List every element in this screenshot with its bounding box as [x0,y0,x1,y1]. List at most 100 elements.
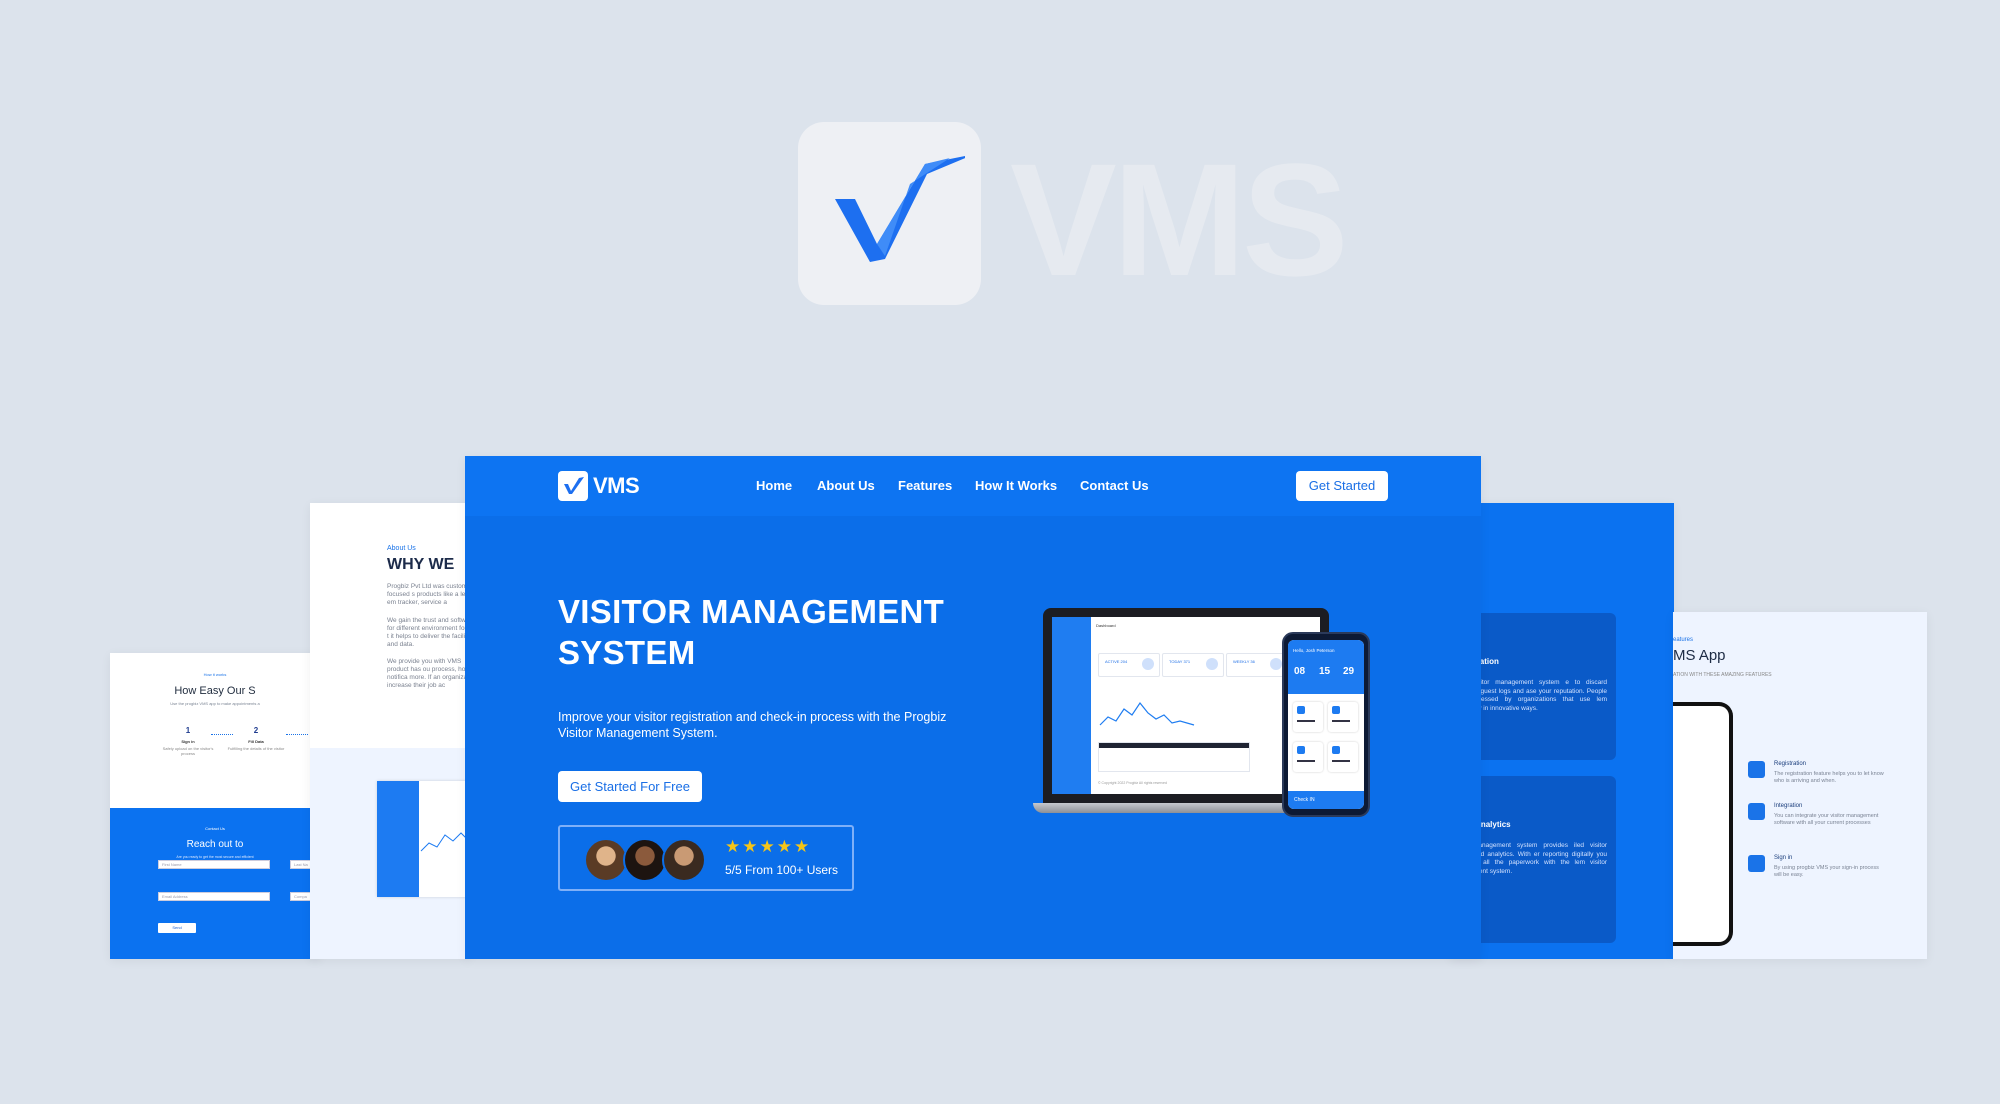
location-icon [1297,746,1305,754]
features-panel: d Reputation odern visitor management sy… [1450,503,1674,959]
step-label: Fill Data [248,739,264,744]
nav-logo[interactable]: VMS [558,471,640,501]
thumbnail-chart [420,832,467,852]
dashboard-thumbnail [377,781,467,897]
dashboard-footer: © Copyright 2022 Progbiz All rights rese… [1098,781,1167,785]
rating-text: 5/5 From 100+ Users [725,863,839,877]
about-panel: About Us WHY WE Progbiz Pvt Ltd was cust… [310,503,470,959]
contact-title: Reach out to [186,839,244,850]
top-navbar: VMS Home About Us Features How It Works … [465,456,1481,516]
step-number: 1 [185,726,191,735]
about-paragraph: We gain the trust and software for diffe… [387,617,470,648]
contact-subtitle: Are you ready to get the most secure and… [176,855,254,859]
phone-screen: Hello, Josh Peterson 08 15 29 Check IN [1288,640,1364,809]
logo-wordmark: VMS [1010,130,1349,309]
phone-mockup: Hello, Josh Peterson 08 15 29 Check IN [1282,632,1370,817]
dashboard-screenshot: Dashboard ACTIVE 204 TODAY 371 WEEKLY 36… [1052,617,1320,794]
nav-link-features[interactable]: Features [898,478,952,493]
phone-card [1328,702,1358,732]
avatar [623,838,667,882]
card-label [1332,720,1350,722]
app-panel: eatures MS App ATION WITH THESE AMAZING … [1673,612,1927,959]
step-2: 2 Fill Data Fulfilling the details of th… [226,726,286,751]
hero-subtitle: Improve your visitor registration and ch… [558,710,947,740]
about-paragraph: Progbiz Pvt Ltd was customer focused s p… [387,583,470,606]
app-feature-desc: You can integrate your visitor managemen… [1774,813,1879,826]
hero-title: VISITOR MANAGEMENT SYSTEM [558,593,945,671]
phone-greeting: Hello, Josh Peterson [1293,648,1335,653]
avatar [584,838,628,882]
get-started-button[interactable]: Get Started [1296,471,1388,501]
step-1: 1 Sign in Safely upload on the visitor's… [158,726,218,756]
step-label: Sign in [181,739,195,744]
nav-brand-text: VMS [593,473,640,498]
phone-stat: 15 [1319,666,1331,677]
app-feature-heading: Sign in [1774,855,1793,861]
kpi-card: ACTIVE 204 [1098,653,1160,677]
app-feature-desc: By using progbiz VMS your sign-in proces… [1774,865,1879,878]
app-feature-desc: The registration feature helps you to le… [1774,771,1884,784]
first-name-field[interactable]: First Name [158,860,270,869]
star-rating-icon: ★★★★★ [725,837,812,856]
app-feature-heading: Registration [1774,761,1807,767]
profile-icon [1332,746,1340,754]
step-desc: Safely upload on the visitor's process [162,746,214,756]
rating-box: ★★★★★ 5/5 From 100+ Users [558,825,854,891]
how-steps: 1 Sign in Safely upload on the visitor's… [120,726,320,766]
thumbnail-sidebar [377,781,419,897]
visitor-chart [1099,701,1195,726]
associate-icon [1332,706,1340,714]
visitors-icon [1297,706,1305,714]
about-paragraph: We provide you with VMS product has ou p… [387,658,470,689]
how-subtitle: Use the progbiz VMS app to make appointm… [170,701,260,706]
contact-kicker: Contact Us [205,826,225,831]
phone-header: Hello, Josh Peterson 08 15 29 [1288,640,1364,694]
kpi-icon [1142,658,1154,670]
kpi-label: TODAY 371 [1169,659,1191,664]
about-title: WHY WE [387,556,455,573]
kpi-icon [1206,658,1218,670]
integration-icon [1748,803,1765,820]
card-label [1297,760,1315,762]
how-it-works-panel: How it works How Easy Our S Use the prog… [110,653,320,959]
email-field[interactable]: Email Address [158,892,270,901]
card-label [1297,720,1315,722]
phone-card [1293,742,1323,772]
phone-card [1293,702,1323,732]
how-title: How Easy Our S [174,685,256,697]
logo-tile [798,122,981,305]
kpi-label: WEEKLY 36 [1233,659,1255,664]
kpi-card: TODAY 371 [1162,653,1224,677]
nav-link-home[interactable]: Home [756,478,792,493]
check-in-button[interactable]: Check IN [1288,791,1364,809]
send-button[interactable]: Send [158,923,196,933]
about-kicker: About Us [387,545,416,552]
app-title: MS App [1673,647,1726,664]
nav-link-contact[interactable]: Contact Us [1080,478,1149,493]
nav-link-how-it-works[interactable]: How It Works [975,478,1057,493]
step-desc: Fulfilling the details of the visitor [227,746,285,751]
app-feature-heading: Integration [1774,803,1803,809]
get-started-free-button[interactable]: Get Started For Free [558,771,702,802]
phone-card [1328,742,1358,772]
dashboard-header: Dashboard [1096,623,1116,628]
recent-visitors-table [1098,742,1250,772]
card-label [1332,760,1350,762]
phone-stat: 08 [1294,666,1306,677]
avatar [662,838,706,882]
sign-in-icon [1748,855,1765,872]
registration-icon [1748,761,1765,778]
phone-stat: 29 [1343,666,1355,677]
dashboard-sidebar [1052,617,1091,794]
app-kicker: eatures [1673,637,1694,643]
hero-panel: VMS Home About Us Features How It Works … [465,456,1481,959]
nav-link-about[interactable]: About Us [817,478,875,493]
how-kicker: How it works [203,672,227,677]
step-number: 2 [253,726,259,735]
kpi-label: ACTIVE 204 [1105,659,1128,664]
logo-check-icon [558,471,588,501]
kpi-icon [1270,658,1282,670]
phone-mockup [1673,702,1733,946]
logo-check-icon [834,155,965,262]
contact-section: Contact Us Reach out to Are you ready to… [110,808,320,959]
